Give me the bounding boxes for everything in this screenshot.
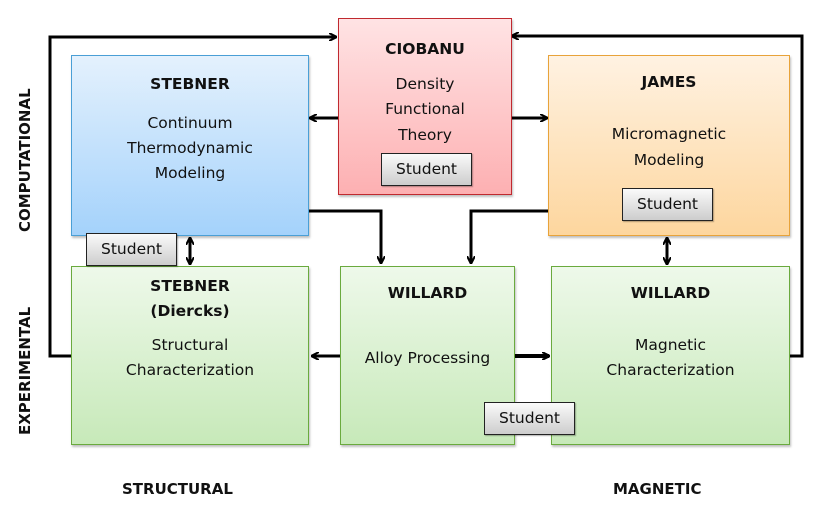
connector-stebner-model-to-willard-alloy [309,209,381,263]
box-line: Modeling [633,151,705,169]
box-title: WILLARD [387,284,468,302]
box-title: CIOBANU [385,40,465,58]
axis-label-experimental: EXPERIMENTAL [16,306,34,435]
axis-label-computational: COMPUTATIONAL [16,88,34,232]
box-line: Density [395,75,455,93]
box-stebner-continuum-modeling: STEBNER Continuum Thermodynamic Modeling [71,55,309,236]
box-title: STEBNER [150,277,230,295]
box-line: Modeling [154,164,226,182]
axis-label-structural: STRUCTURAL [122,480,233,498]
student-badge-ciobanu: Student [381,153,472,186]
box-line: Functional [385,100,465,118]
student-badge-james: Student [622,188,713,221]
connector-james-to-willard-alloy [471,209,548,263]
box-line: Alloy Processing [364,349,491,367]
box-line: Structural [151,336,229,354]
box-line: Characterization [606,361,735,379]
student-badge-stebner: Student [86,233,177,266]
box-title-secondary: (Diercks) [150,302,230,320]
box-stebner-structural-characterization: STEBNER (Diercks) Structural Characteriz… [71,266,309,445]
box-willard-magnetic-characterization: WILLARD Magnetic Characterization [551,266,790,445]
box-title: STEBNER [150,75,230,93]
box-line: Micromagnetic [611,125,727,143]
box-line: Magnetic [635,336,706,354]
box-title: JAMES [641,73,697,91]
student-badge-willard: Student [484,402,575,435]
box-line: Continuum [147,114,233,132]
box-line: Thermodynamic [127,139,253,157]
axis-label-magnetic: MAGNETIC [613,480,702,498]
box-title: WILLARD [630,284,711,302]
box-line: Characterization [125,361,255,379]
box-line: Theory [398,126,452,144]
